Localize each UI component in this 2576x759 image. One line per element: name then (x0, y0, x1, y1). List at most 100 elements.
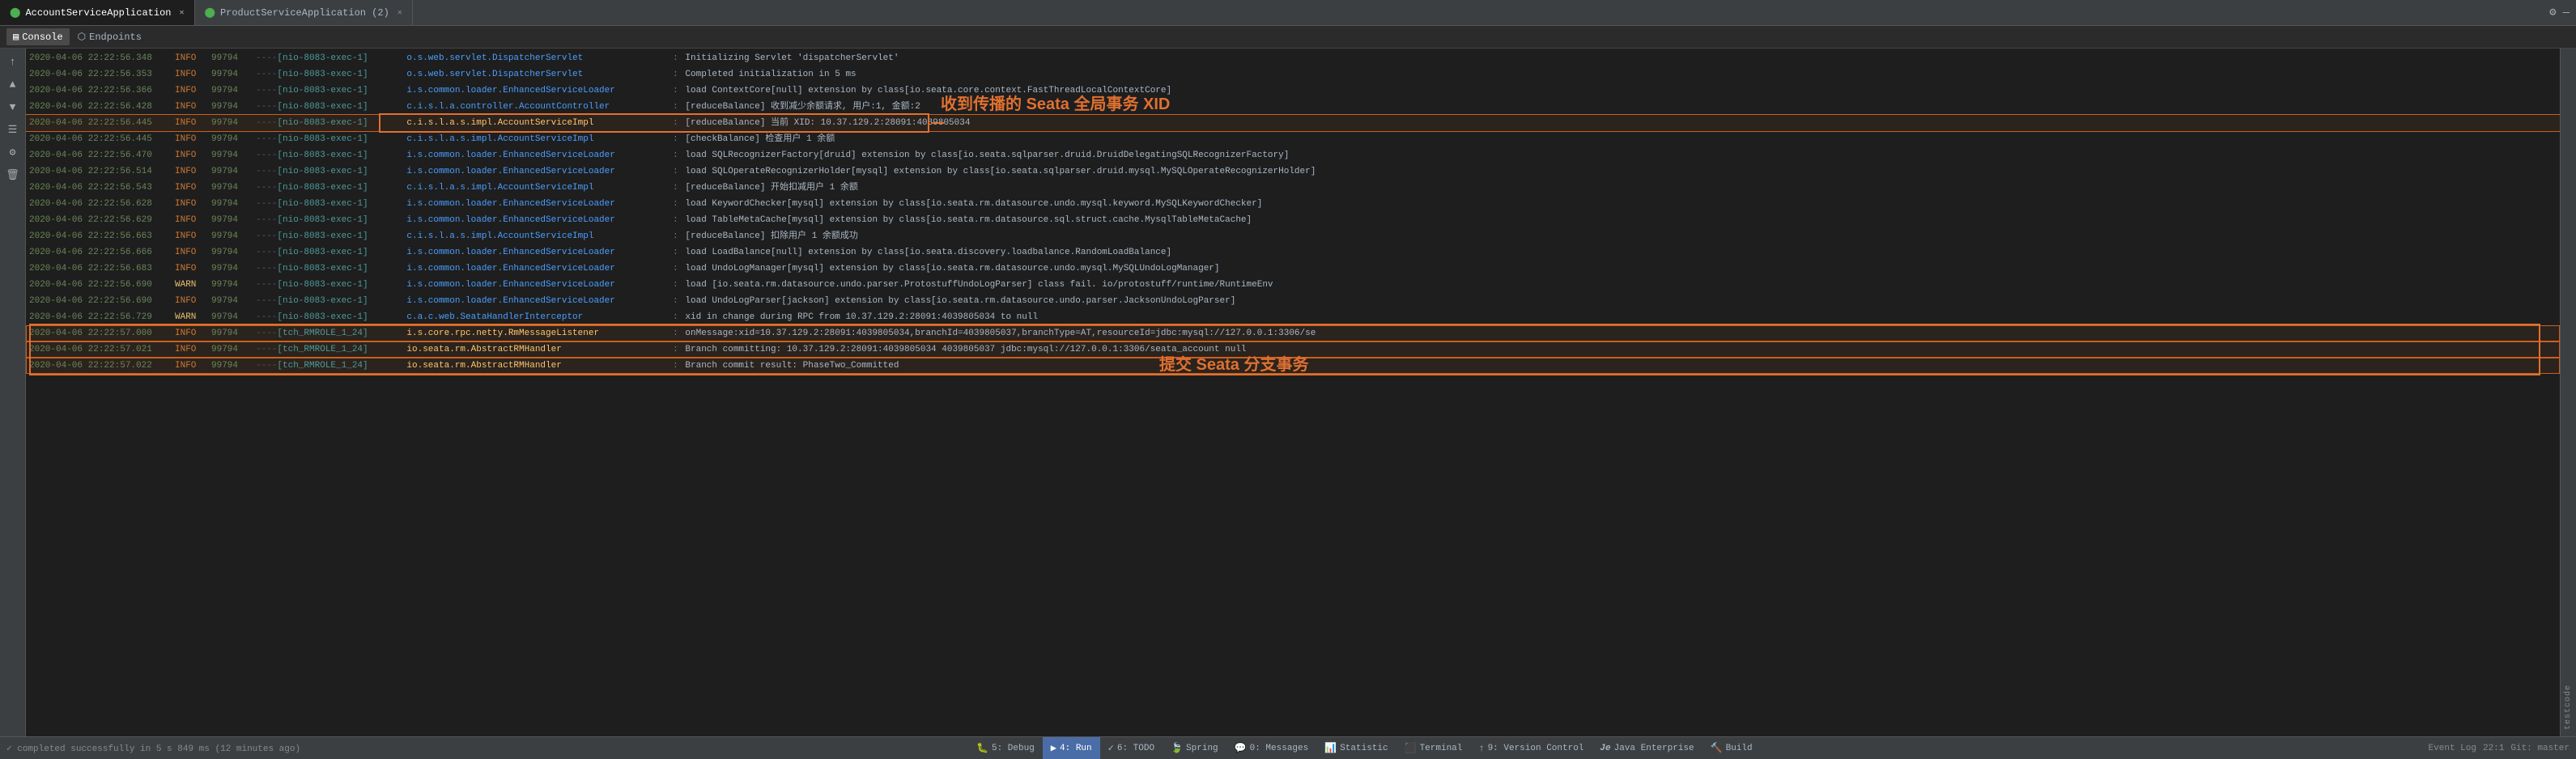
log-thread: [tch_RMROLE_1_24] (277, 342, 406, 357)
log-line: 2020-04-06 22:22:57.000 INFO 99794 ---- … (26, 325, 2560, 341)
tab-product[interactable]: ⬤ ProductServiceApplication (2) ✕ (195, 0, 413, 25)
status-messages[interactable]: 💬 0: Messages (1226, 737, 1317, 759)
log-class: i.s.common.loader.EnhancedServiceLoader (406, 245, 665, 260)
right-sidebar-label: testcode (2564, 685, 2573, 730)
sidebar-icon-settings[interactable]: ⚙ (3, 142, 23, 162)
settings-icon[interactable]: ⚙ (2549, 6, 2556, 19)
log-pid: 99794 (211, 245, 256, 260)
log-level: INFO (175, 245, 211, 260)
endpoints-button[interactable]: ⬡ Endpoints (71, 28, 148, 45)
status-version-control[interactable]: ↑ 9: Version Control (1470, 737, 1592, 759)
log-dashes: ---- (256, 326, 277, 341)
log-level: INFO (175, 132, 211, 146)
tab-account[interactable]: ⬤ AccountServiceApplication ✕ (0, 0, 195, 25)
log-thread: [tch_RMROLE_1_24] (277, 326, 406, 341)
log-separator: : (665, 116, 685, 130)
log-level: INFO (175, 164, 211, 179)
log-class: i.s.common.loader.EnhancedServiceLoader (406, 294, 665, 308)
console-area: 2020-04-06 22:22:56.348 INFO 99794 ---- … (26, 49, 2560, 736)
log-level: INFO (175, 100, 211, 114)
log-dashes: ---- (256, 180, 277, 195)
log-dashes: ---- (256, 278, 277, 292)
log-separator: : (665, 358, 685, 373)
log-timestamp: 2020-04-06 22:22:56.514 (29, 164, 175, 179)
log-dashes: ---- (256, 51, 277, 66)
log-dashes: ---- (256, 197, 277, 211)
log-pid: 99794 (211, 51, 256, 66)
event-log-label[interactable]: Event Log (2429, 744, 2476, 753)
line-col: 22:1 (2483, 744, 2504, 753)
log-class: i.s.common.loader.EnhancedServiceLoader (406, 261, 665, 276)
todo-label: 6: TODO (1117, 744, 1154, 753)
status-debug[interactable]: 🐛 5: Debug (968, 737, 1043, 759)
log-dashes: ---- (256, 116, 277, 130)
status-run[interactable]: ▶ 4: Run (1043, 737, 1100, 759)
log-line: 2020-04-06 22:22:56.690 INFO 99794 ---- … (26, 293, 2560, 309)
log-timestamp: 2020-04-06 22:22:56.470 (29, 148, 175, 163)
log-dashes: ---- (256, 245, 277, 260)
log-line: 2020-04-06 22:22:56.543 INFO 99794 ---- … (26, 180, 2560, 196)
log-thread: [nio-8083-exec-1] (277, 100, 406, 114)
sidebar-icon-scroll-down[interactable]: ▼ (3, 97, 23, 117)
log-class: i.s.common.loader.EnhancedServiceLoader (406, 213, 665, 227)
log-thread: [tch_RMROLE_1_24] (277, 358, 406, 373)
log-pid: 99794 (211, 116, 256, 130)
log-dashes: ---- (256, 261, 277, 276)
status-right: Event Log 22:1 Git: master (2429, 744, 2576, 753)
sidebar-icon-scroll-top[interactable]: ↑ (3, 52, 23, 71)
messages-label: 0: Messages (1250, 744, 1309, 753)
log-message: load UndoLogManager[mysql] extension by … (685, 261, 2555, 276)
status-statistic[interactable]: 📊 Statistic (1316, 737, 1396, 759)
log-pid: 99794 (211, 213, 256, 227)
log-level: INFO (175, 197, 211, 211)
log-separator: : (665, 67, 685, 82)
log-level: INFO (175, 148, 211, 163)
status-todo[interactable]: ✓ 6: TODO (1100, 737, 1163, 759)
log-level: INFO (175, 342, 211, 357)
log-class: c.a.c.web.SeataHandlerInterceptor (406, 310, 665, 324)
minimize-icon[interactable]: — (2563, 6, 2570, 19)
log-message: Branch commit result: PhaseTwo_Committed (685, 358, 2555, 373)
log-line: 2020-04-06 22:22:56.629 INFO 99794 ---- … (26, 212, 2560, 228)
status-spring[interactable]: 🍃 Spring (1163, 737, 1226, 759)
log-thread: [nio-8083-exec-1] (277, 67, 406, 82)
log-thread: [nio-8083-exec-1] (277, 83, 406, 98)
sidebar-icon-filter[interactable]: ☰ (3, 120, 23, 139)
sidebar-icon-clear[interactable]: 🗑 (3, 165, 23, 184)
git-status: Git: master (2510, 744, 2570, 753)
right-sidebar: testcode (2560, 49, 2576, 736)
statistic-icon: 📊 (1324, 742, 1337, 754)
log-separator: : (665, 294, 685, 308)
status-java-enterprise[interactable]: Je Java Enterprise (1592, 737, 1702, 759)
log-class: i.s.common.loader.EnhancedServiceLoader (406, 83, 665, 98)
log-timestamp: 2020-04-06 22:22:56.445 (29, 116, 175, 130)
log-thread: [nio-8083-exec-1] (277, 116, 406, 130)
log-class: c.i.s.l.a.s.impl.AccountServiceImpl (406, 116, 665, 130)
log-line: 2020-04-06 22:22:56.628 INFO 99794 ---- … (26, 196, 2560, 212)
product-tab-close[interactable]: ✕ (397, 8, 402, 18)
sidebar-icon-scroll-up[interactable]: ▲ (3, 74, 23, 94)
status-message: ✓ completed successfully in 5 s 849 ms (… (0, 743, 300, 754)
account-tab-close[interactable]: ✕ (179, 8, 184, 18)
endpoints-icon: ⬡ (78, 31, 86, 43)
log-dashes: ---- (256, 342, 277, 357)
status-terminal[interactable]: ⬛ Terminal (1396, 737, 1471, 759)
console-button[interactable]: ▤ Console (6, 28, 70, 45)
log-timestamp: 2020-04-06 22:22:56.729 (29, 310, 175, 324)
log-container[interactable]: 2020-04-06 22:22:56.348 INFO 99794 ---- … (26, 49, 2560, 736)
log-pid: 99794 (211, 164, 256, 179)
log-level: INFO (175, 326, 211, 341)
log-thread: [nio-8083-exec-1] (277, 132, 406, 146)
log-timestamp: 2020-04-06 22:22:56.663 (29, 229, 175, 244)
debug-icon: 🐛 (976, 742, 988, 754)
status-build[interactable]: 🔨 Build (1702, 737, 1761, 759)
log-level: INFO (175, 116, 211, 130)
log-line: 2020-04-06 22:22:56.690 WARN 99794 ---- … (26, 277, 2560, 293)
log-thread: [nio-8083-exec-1] (277, 180, 406, 195)
log-class: i.s.common.loader.EnhancedServiceLoader (406, 278, 665, 292)
log-level: INFO (175, 358, 211, 373)
console-icon: ▤ (13, 31, 19, 43)
log-pid: 99794 (211, 67, 256, 82)
log-thread: [nio-8083-exec-1] (277, 148, 406, 163)
log-separator: : (665, 310, 685, 324)
